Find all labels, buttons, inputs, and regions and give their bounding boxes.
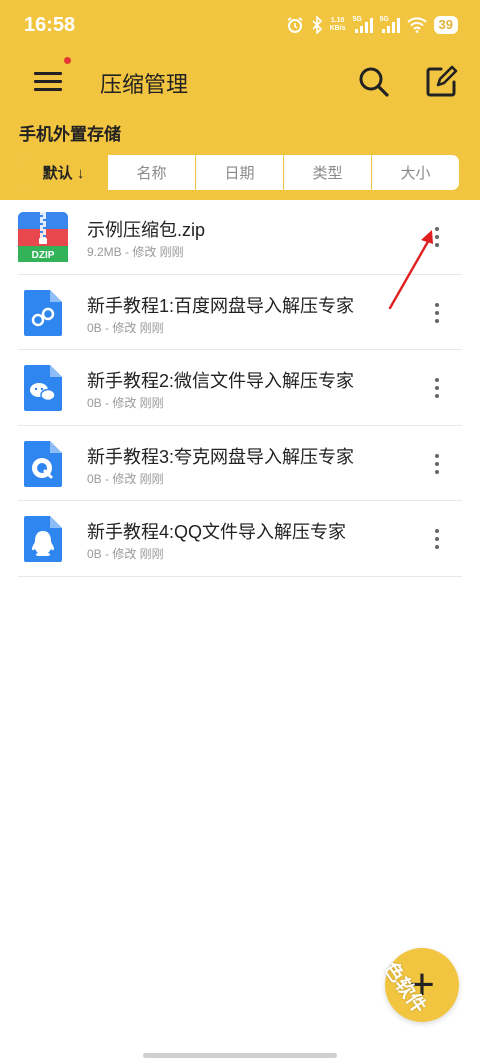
file-name: 示例压缩包.zip bbox=[87, 220, 206, 240]
list-item[interactable]: 新手教程4:QQ文件导入解压专家 0B - 修改 刚刚 bbox=[0, 501, 480, 577]
sort-tab-name[interactable]: 名称 bbox=[107, 155, 195, 190]
file-name: 新手教程4:QQ文件导入解压专家 bbox=[87, 522, 347, 542]
quark-doc-icon bbox=[24, 440, 62, 487]
wechat-doc-icon bbox=[24, 365, 62, 411]
list-item[interactable]: 新手教程2:微信文件导入解压专家 0B - 修改 刚刚 bbox=[0, 350, 480, 426]
qq-doc-icon bbox=[24, 516, 62, 562]
battery-indicator: 39 bbox=[433, 16, 458, 34]
file-meta: 0B - 修改 刚刚 bbox=[87, 396, 164, 410]
page-title: 压缩管理 bbox=[100, 72, 189, 97]
file-name: 新手教程1:百度网盘导入解压专家 bbox=[87, 295, 355, 316]
alarm-icon bbox=[287, 17, 303, 33]
more-options-icon[interactable] bbox=[428, 375, 446, 401]
edit-icon[interactable] bbox=[424, 65, 458, 99]
sort-tabs: 默认 ↓ 名称 日期 类型 大小 bbox=[18, 153, 461, 192]
wifi-icon bbox=[406, 17, 427, 33]
file-meta: 0B - 修改 刚刚 bbox=[87, 547, 164, 561]
app-bar: 压缩管理 bbox=[0, 50, 480, 114]
status-bar: 16:58 1.10 KB/s 5G 5G 39 bbox=[0, 0, 480, 50]
zip-archive-icon: DZIP bbox=[18, 212, 68, 262]
app-header: 16:58 1.10 KB/s 5G 5G 39 压缩管理 手机外置存储 默认 … bbox=[0, 0, 480, 200]
file-meta: 9.2MB - 修改 刚刚 bbox=[87, 245, 184, 259]
hamburger-menu-icon[interactable] bbox=[34, 67, 64, 97]
status-icons: 1.10 KB/s 5G 5G 39 bbox=[286, 16, 458, 34]
notification-dot bbox=[64, 57, 71, 64]
sort-tab-size[interactable]: 大小 bbox=[371, 155, 459, 190]
file-meta: 0B - 修改 刚刚 bbox=[87, 320, 164, 335]
signal-1: 5G bbox=[353, 16, 373, 34]
more-options-icon[interactable] bbox=[428, 526, 446, 552]
signal-bars-icon bbox=[381, 18, 400, 33]
file-meta: 0B - 修改 刚刚 bbox=[87, 471, 164, 486]
list-item[interactable]: 新手教程3:夸克网盘导入解压专家 0B - 修改 刚刚 bbox=[0, 426, 480, 501]
home-indicator[interactable] bbox=[143, 1053, 337, 1058]
status-time: 16:58 bbox=[24, 13, 76, 36]
sort-tab-date[interactable]: 日期 bbox=[195, 155, 283, 190]
zip-icon-label: DZIP bbox=[32, 250, 55, 261]
sort-tab-type[interactable]: 类型 bbox=[283, 155, 371, 190]
more-options-icon[interactable] bbox=[428, 451, 446, 477]
file-name: 新手教程2:微信文件导入解压专家 bbox=[87, 371, 355, 391]
baidu-netdisk-doc-icon bbox=[24, 289, 62, 336]
search-icon[interactable] bbox=[357, 65, 391, 99]
signal-bars-icon bbox=[354, 18, 373, 33]
annotation-arrow-icon bbox=[388, 230, 433, 310]
net-speed: 1.10 KB/s bbox=[329, 17, 346, 32]
divider bbox=[18, 575, 462, 577]
file-name: 新手教程3:夸克网盘导入解压专家 bbox=[87, 446, 355, 467]
storage-location-label: 手机外置存储 bbox=[19, 125, 121, 144]
signal-2: 5G bbox=[380, 16, 400, 34]
bluetooth-icon bbox=[312, 16, 322, 34]
sort-tab-default[interactable]: 默认 ↓ bbox=[20, 155, 107, 190]
